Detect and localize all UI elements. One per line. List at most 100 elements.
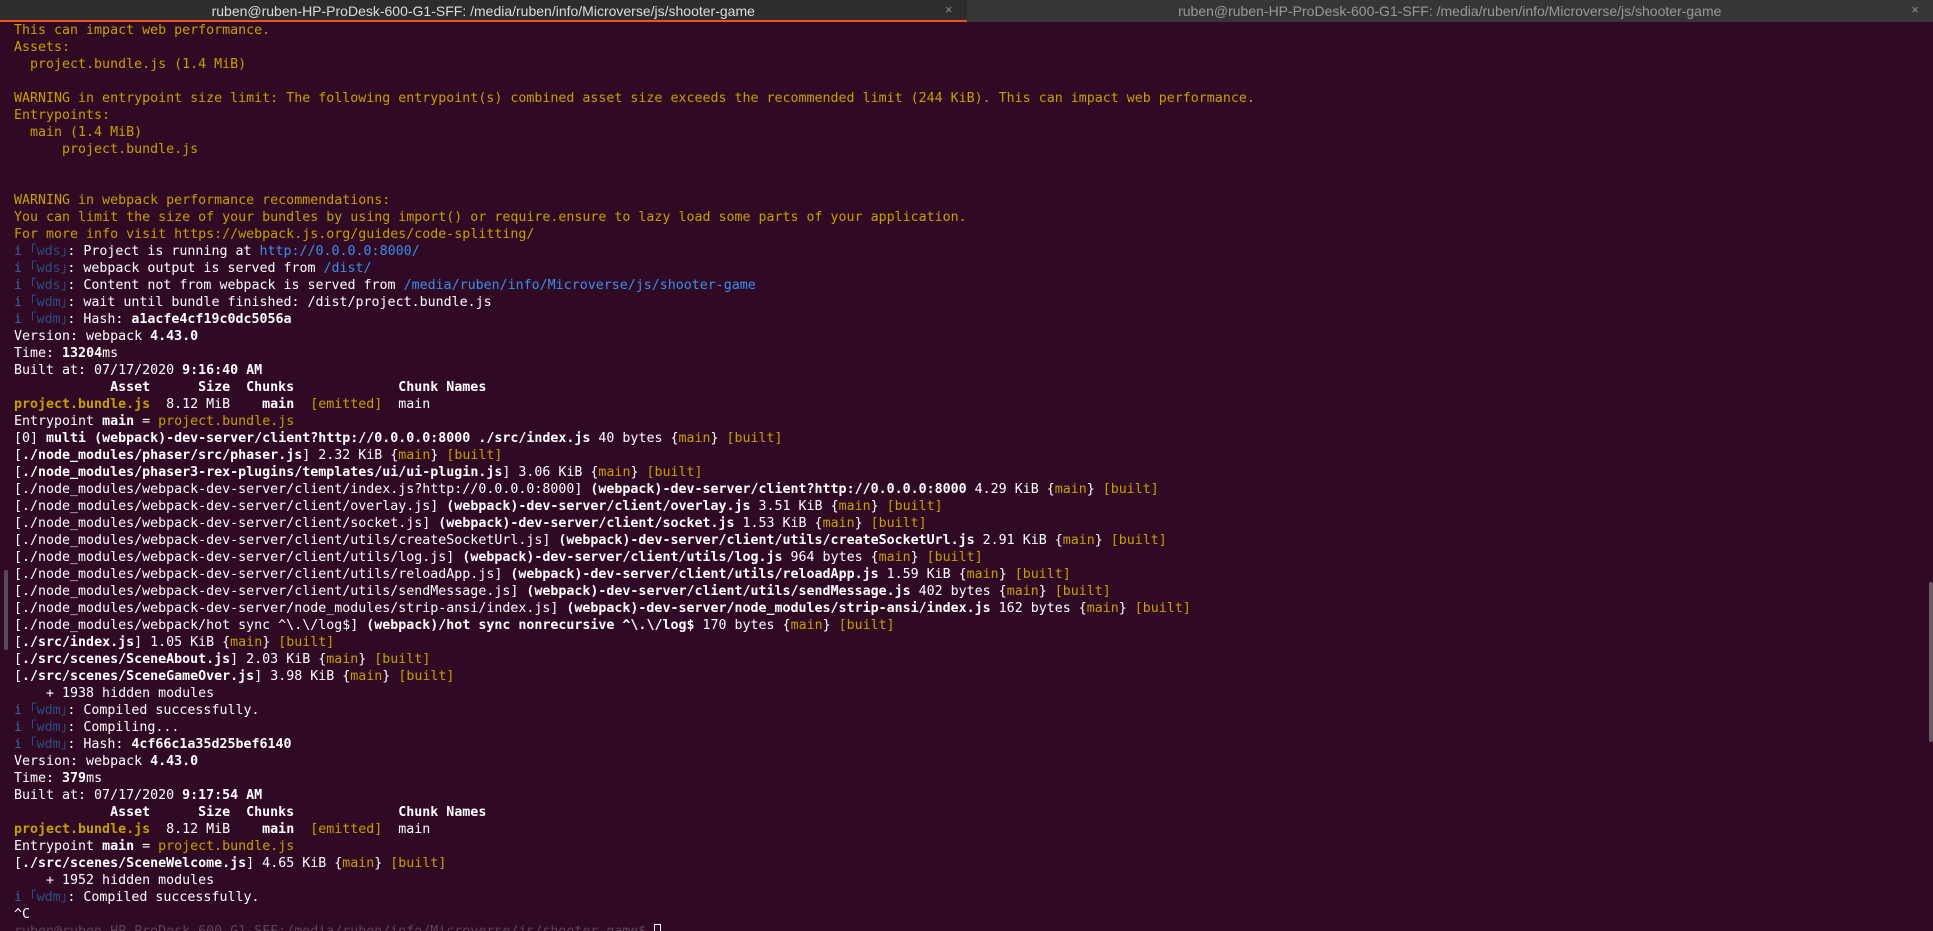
terminal-text: [0] <box>14 431 47 446</box>
terminal-text: ] 2.32 KiB { <box>302 448 399 463</box>
terminal-text: main <box>822 516 855 531</box>
terminal-text: : wait until bundle finished: /dist/proj… <box>67 295 492 310</box>
terminal-text: main <box>1062 533 1095 548</box>
terminal-text: [./node_modules/webpack-dev-server/clien… <box>14 499 447 514</box>
terminal-text: 9:16:40 AM <box>182 363 263 378</box>
tab-terminal-2[interactable]: ruben@ruben-HP-ProDesk-600-G1-SFF: /medi… <box>966 0 1933 22</box>
terminal-text: [./node_modules/webpack/hot sync ^\.\/lo… <box>14 618 367 633</box>
terminal-text: } <box>630 465 647 480</box>
terminal-text: Asset Size Chunks Chunk Names <box>14 380 487 395</box>
tab-title: ruben@ruben-HP-ProDesk-600-G1-SFF: /medi… <box>211 3 755 19</box>
terminal-text: [built] <box>1110 533 1167 548</box>
terminal-text: + 1938 hidden modules <box>14 686 215 701</box>
terminal-text: main <box>1086 601 1119 616</box>
terminal-line: project.bundle.js <box>14 141 1933 158</box>
terminal-text: (webpack)-dev-server/client/utils/log.js <box>462 550 783 565</box>
terminal-text: [./node_modules/webpack-dev-server/clien… <box>14 584 527 599</box>
terminal-text: : Hash: <box>67 312 132 327</box>
terminal-text: (webpack)-dev-server/client/utils/sendMe… <box>526 584 911 599</box>
terminal-line: [./node_modules/phaser/src/phaser.js] 2.… <box>14 447 1933 464</box>
terminal-text: } <box>1038 584 1055 599</box>
terminal-text: 9:17:54 AM <box>182 788 263 803</box>
terminal-text: [./node_modules/webpack-dev-server/clien… <box>14 567 511 582</box>
terminal-text: [built] <box>1014 567 1071 582</box>
terminal-line: [./node_modules/webpack-dev-server/clien… <box>14 515 1933 532</box>
terminal-line: Version: webpack 4.43.0 <box>14 753 1933 770</box>
terminal-text: [built] <box>646 465 703 480</box>
terminal-text: ] 3.06 KiB { <box>502 465 599 480</box>
terminal-text: = <box>134 414 159 429</box>
terminal-line: i ｢wdm｣: Compiled successfully. <box>14 889 1933 906</box>
terminal-line: i ｢wds｣: Content not from webpack is ser… <box>14 277 1933 294</box>
terminal-text: Built at: 07/17/2020 <box>14 363 183 378</box>
terminal-text: project.bundle.js <box>14 822 151 837</box>
terminal-text: } <box>1118 601 1135 616</box>
terminal-line: i ｢wdm｣: Compiling... <box>14 719 1933 736</box>
terminal-text: i <box>14 278 31 293</box>
terminal-line: Assets: <box>14 39 1933 56</box>
terminal-text: (webpack)/hot sync nonrecursive ^\.\/log… <box>366 618 695 633</box>
terminal-text: [ <box>14 635 23 650</box>
terminal-text: ｢wdm｣ <box>30 720 68 735</box>
terminal-line: [./node_modules/webpack-dev-server/clien… <box>14 481 1933 498</box>
terminal-text: ms <box>86 771 103 786</box>
terminal-line: [./src/scenes/SceneWelcome.js] 4.65 KiB … <box>14 855 1933 872</box>
terminal-text: ｢wdm｣ <box>30 737 68 752</box>
terminal-scrollbar[interactable] <box>1927 22 1933 931</box>
terminal-text: 8.12 MiB <box>150 822 263 837</box>
terminal-text: : Compiled successfully. <box>67 703 260 718</box>
terminal-text: i <box>14 244 31 259</box>
terminal-text: main <box>382 822 431 837</box>
terminal-text: 8.12 MiB <box>150 397 263 412</box>
terminal-tab-bar: ruben@ruben-HP-ProDesk-600-G1-SFF: /medi… <box>0 0 1933 22</box>
terminal-text: [built] <box>886 499 943 514</box>
terminal-text: } <box>710 431 727 446</box>
terminal-line: [./src/scenes/SceneAbout.js] 2.03 KiB {m… <box>14 651 1933 668</box>
terminal-text: [ <box>14 856 23 871</box>
terminal-text: Version: webpack <box>14 754 151 769</box>
terminal-text: ｢wdm｣ <box>30 295 68 310</box>
terminal-text: 4.29 KiB { <box>966 482 1055 497</box>
terminal-text: [built] <box>446 448 503 463</box>
terminal-text: [built] <box>278 635 335 650</box>
terminal-text: + 1952 hidden modules <box>14 873 215 888</box>
terminal-text: [ <box>14 669 23 684</box>
terminal-text: For more info visit https://webpack.js.o… <box>14 227 535 242</box>
terminal-line: [./node_modules/webpack-dev-server/clien… <box>14 498 1933 515</box>
terminal-text: main <box>262 822 295 837</box>
terminal-text: ] 4.65 KiB { <box>246 856 343 871</box>
terminal-text: ｢wdm｣ <box>30 703 68 718</box>
terminal-text: [ <box>14 652 23 667</box>
terminal-text: 170 bytes { <box>694 618 791 633</box>
terminal-line: [./node_modules/webpack-dev-server/clien… <box>14 532 1933 549</box>
close-icon[interactable]: × <box>945 2 953 17</box>
close-icon[interactable]: × <box>1911 2 1919 17</box>
terminal-text: [./node_modules/webpack-dev-server/node_… <box>14 601 567 616</box>
terminal-text: main <box>678 431 711 446</box>
terminal-text: 162 bytes { <box>990 601 1087 616</box>
terminal-text: ./src/index.js <box>22 635 135 650</box>
terminal-text: } <box>1094 533 1111 548</box>
terminal-line: i ｢wds｣: webpack output is served from /… <box>14 260 1933 277</box>
terminal-text: = <box>134 839 159 854</box>
terminal-text: main <box>598 465 631 480</box>
terminal-text: [built] <box>390 856 447 871</box>
terminal-output[interactable]: This can impact web performance. Assets: … <box>0 22 1933 931</box>
terminal-text: main <box>342 856 375 871</box>
terminal-line: [./node_modules/webpack/hot sync ^\.\/lo… <box>14 617 1933 634</box>
terminal-line: [./src/scenes/SceneGameOver.js] 3.98 KiB… <box>14 668 1933 685</box>
terminal-line: [./node_modules/webpack-dev-server/node_… <box>14 600 1933 617</box>
tab-terminal-1[interactable]: ruben@ruben-HP-ProDesk-600-G1-SFF: /medi… <box>0 0 967 22</box>
terminal-text: [built] <box>398 669 455 684</box>
scrollbar-thumb[interactable] <box>1929 582 1933 742</box>
terminal-text: 4.43.0 <box>150 754 199 769</box>
terminal-text: 3.51 KiB { <box>750 499 839 514</box>
terminal-text: [./node_modules/webpack-dev-server/clien… <box>14 533 559 548</box>
terminal-text: Entrypoint <box>14 414 103 429</box>
terminal-text: [emitted] <box>310 397 383 412</box>
terminal-text: http://0.0.0.0:8000/ <box>259 244 420 259</box>
